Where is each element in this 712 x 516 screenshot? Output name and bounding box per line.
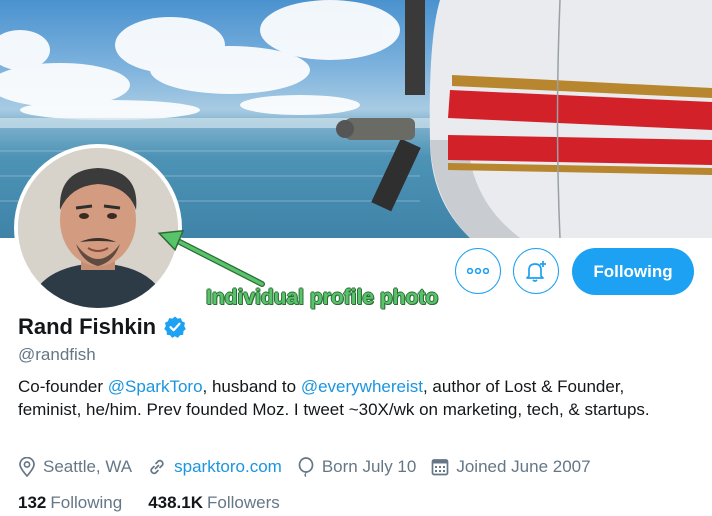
following-count: 132 — [18, 493, 47, 512]
profile-photo — [18, 148, 178, 308]
followers-count-link[interactable]: 438.1K Followers — [148, 493, 280, 513]
following-label: Following — [50, 493, 123, 512]
bio-mention-sparktoro[interactable]: @SparkToro — [108, 377, 203, 396]
more-icon — [467, 268, 489, 274]
more-options-button[interactable] — [455, 248, 501, 294]
website-link[interactable]: sparktoro.com — [174, 457, 282, 477]
profile-name-row: Rand Fishkin — [18, 314, 187, 340]
profile-birthday: Born July 10 — [297, 457, 417, 477]
profile-meta: Seattle, WA sparktoro.com Born July 10 J… — [18, 457, 606, 477]
link-icon — [150, 459, 164, 475]
profile-joined: Joined June 2007 — [431, 457, 591, 477]
profile-counts: 132 Following 438.1K Followers — [18, 493, 306, 513]
joined-text: Joined June 2007 — [456, 457, 591, 476]
notification-add-icon — [526, 261, 546, 282]
birthday-text: Born July 10 — [321, 457, 417, 476]
bio-mention-everywhereist[interactable]: @everywhereist — [301, 377, 423, 396]
bio-text: Co-founder — [18, 377, 108, 396]
location-pin-icon — [19, 457, 35, 477]
verified-badge-icon — [164, 316, 186, 338]
profile-location: Seattle, WA — [18, 457, 132, 477]
followers-label: Followers — [207, 493, 280, 512]
annotation-label: Individual profile photo — [206, 286, 439, 309]
profile-avatar[interactable] — [14, 144, 182, 312]
profile-bio: Co-founder @SparkToro, husband to @every… — [18, 376, 688, 421]
balloon-icon — [298, 457, 314, 477]
profile-name: Rand Fishkin — [18, 314, 157, 339]
calendar-icon — [431, 459, 449, 476]
following-button[interactable]: Following — [572, 248, 694, 295]
followers-count: 438.1K — [148, 493, 204, 512]
following-count-link[interactable]: 132 Following — [18, 493, 122, 513]
profile-website[interactable]: sparktoro.com — [147, 457, 282, 477]
profile-handle: @randfish — [18, 345, 96, 364]
bio-text: , husband to — [202, 377, 301, 396]
location-text: Seattle, WA — [43, 457, 133, 476]
notifications-button[interactable] — [513, 248, 559, 294]
